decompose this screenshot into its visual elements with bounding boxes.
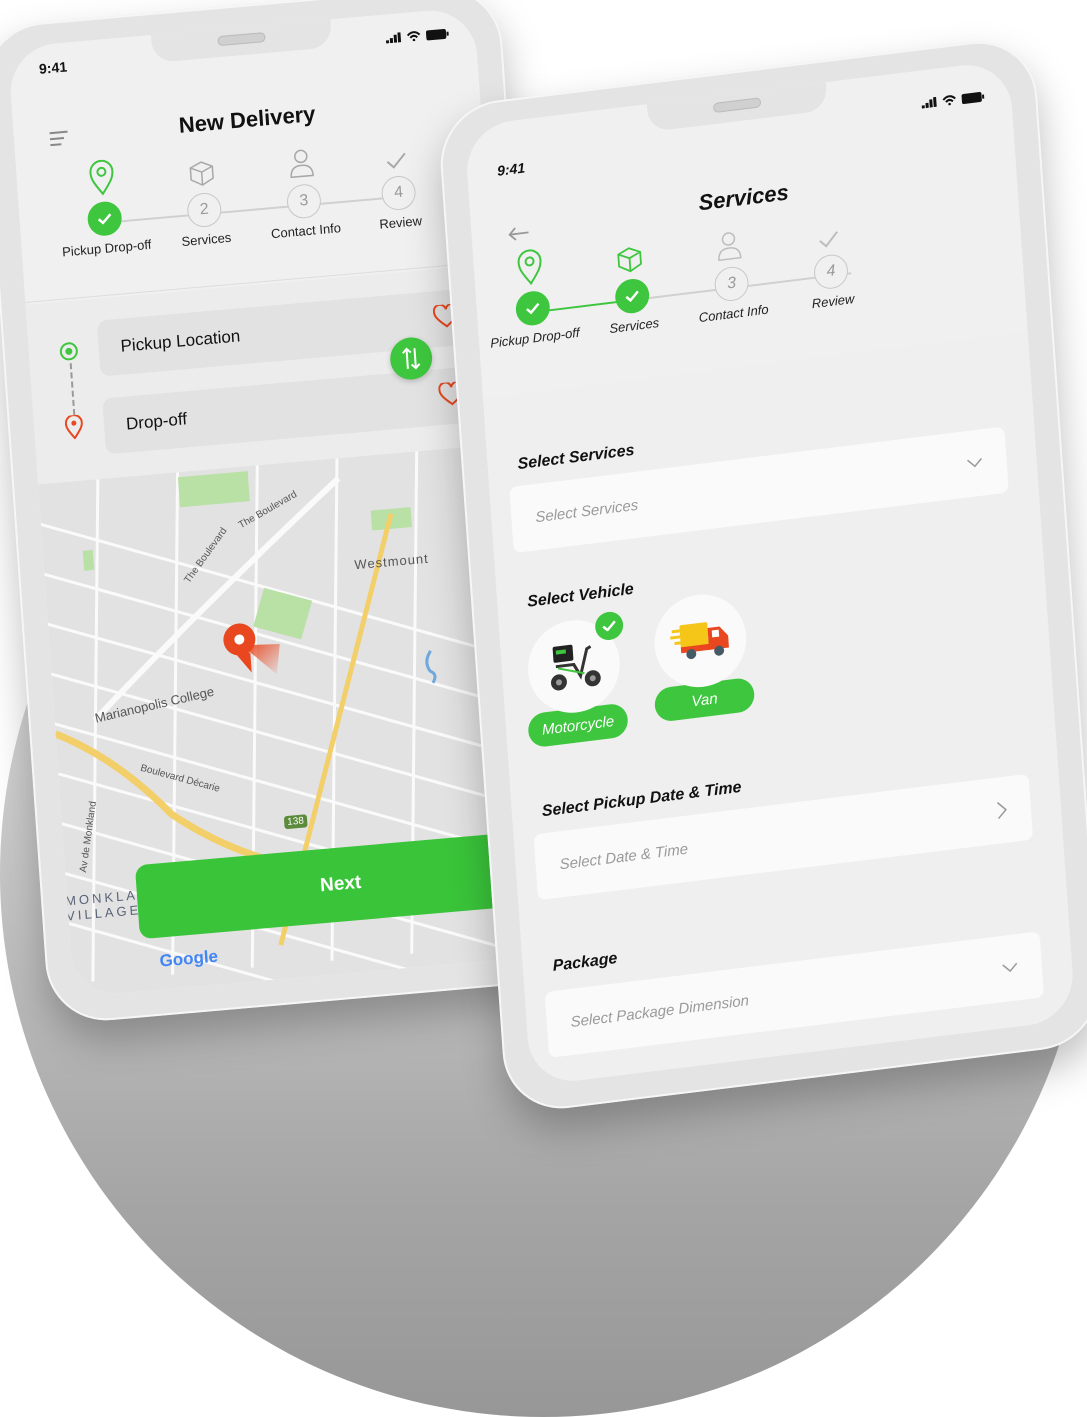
step-review[interactable]: 4 Review	[782, 207, 878, 315]
map-pin-icon	[517, 249, 542, 286]
route-connector	[69, 363, 76, 416]
screen-services: 9:41 Services Pickup Drop-off Services 3…	[463, 59, 1076, 1087]
battery-icon	[961, 91, 985, 104]
chevron-down-icon	[1002, 962, 1018, 973]
route-shield: 138	[283, 814, 308, 830]
step-circle-done	[514, 289, 551, 328]
location-marker-icon	[223, 623, 280, 675]
vehicle-image	[651, 589, 750, 693]
map-label: MONKLAND VILLAGE	[64, 885, 164, 924]
step-circle: 2	[186, 191, 223, 229]
step-label: Review	[378, 213, 423, 232]
status-time: 9:41	[496, 159, 526, 179]
select-datetime-placeholder: Select Date & Time	[559, 840, 689, 873]
origin-dot-icon	[59, 342, 78, 361]
dropoff-location-text: Drop-off	[125, 409, 188, 434]
map-pin-icon	[89, 159, 114, 196]
swap-arrows-icon	[402, 347, 421, 370]
package-label: Package	[552, 949, 618, 975]
step-contact-info[interactable]: 3 Contact Info	[683, 220, 779, 328]
package-icon	[189, 161, 214, 186]
select-services-dropdown[interactable]: Select Services	[509, 426, 1009, 554]
signal-icon	[921, 96, 937, 109]
select-services-placeholder: Select Services	[534, 496, 639, 526]
chevron-down-icon	[966, 458, 982, 468]
check-icon	[386, 152, 406, 169]
battery-icon	[425, 28, 449, 40]
chevron-right-icon	[996, 802, 1007, 820]
select-datetime-field[interactable]: Select Date & Time	[533, 773, 1034, 901]
package-icon	[617, 247, 642, 273]
step-services[interactable]: 2 Services	[155, 147, 251, 252]
status-time: 9:41	[38, 58, 68, 77]
vehicle-option-motorcycle[interactable]: Motorcycle	[521, 610, 629, 749]
step-review[interactable]: 4 Review	[350, 130, 446, 235]
step-services[interactable]: Services	[583, 232, 679, 340]
select-package-placeholder: Select Package Dimension	[570, 991, 750, 1031]
check-icon	[602, 620, 616, 632]
select-vehicle-label: Select Vehicle	[526, 580, 635, 611]
vehicle-image	[524, 610, 625, 718]
step-circle-done	[86, 200, 123, 238]
wifi-icon	[406, 31, 421, 42]
check-icon	[625, 290, 639, 303]
select-package-dropdown[interactable]: Select Package Dimension	[544, 931, 1045, 1058]
destination-pin-icon	[64, 414, 83, 440]
dropoff-location-input[interactable]: Drop-off	[102, 365, 481, 455]
step-circle: 4	[812, 252, 850, 291]
step-circle: 3	[285, 182, 323, 220]
selected-check-badge	[594, 610, 625, 642]
motorcycle-icon	[551, 644, 601, 691]
step-circle-done	[614, 277, 651, 316]
pickup-location-text: Pickup Location	[119, 326, 241, 356]
step-pickup[interactable]: Pickup Drop-off	[484, 244, 580, 352]
step-pickup[interactable]: Pickup Drop-off	[56, 156, 152, 261]
step-label: Pickup Drop-off	[489, 324, 580, 351]
progress-stepper: Pickup Drop-off 2 Services 3 Contact Inf…	[36, 128, 472, 295]
step-label: Services	[181, 229, 232, 250]
step-circle: 3	[713, 264, 750, 303]
step-label: Review	[811, 291, 855, 312]
select-services-label: Select Services	[517, 441, 635, 474]
step-circle: 4	[380, 174, 417, 212]
step-contact-info[interactable]: 3 Contact Info	[255, 139, 351, 244]
step-label: Pickup Drop-off	[61, 236, 152, 260]
check-icon	[97, 213, 112, 225]
vehicle-option-van[interactable]: Van	[648, 589, 756, 723]
map-view[interactable]: The Boulevard The Boulevard Westmount Ma…	[38, 443, 541, 998]
delivery-truck-icon	[670, 622, 729, 660]
user-icon	[718, 232, 742, 262]
wifi-icon	[942, 95, 956, 106]
services-form: Select Services Select Services Select V…	[482, 331, 1076, 1087]
phone-services: 9:41 Services Pickup Drop-off Services 3…	[436, 34, 1087, 1116]
step-label: Contact Info	[270, 220, 342, 242]
check-icon	[526, 302, 540, 315]
step-label: Services	[608, 315, 660, 337]
signal-icon	[385, 32, 402, 44]
user-icon	[290, 149, 314, 179]
speaker	[712, 97, 762, 114]
step-label: Contact Info	[698, 301, 770, 326]
check-icon	[819, 231, 838, 248]
